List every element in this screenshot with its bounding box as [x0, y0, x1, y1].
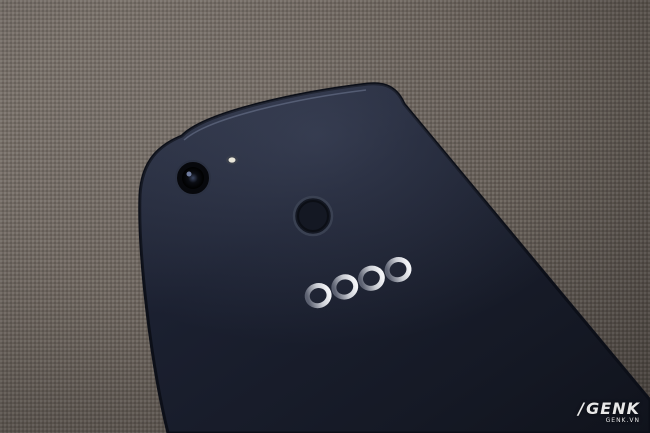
watermark-mark: GENK: [586, 399, 640, 418]
fingerprint-sensor-icon: [292, 195, 334, 237]
phone: [138, 82, 650, 433]
flash-icon: [226, 155, 238, 165]
watermark-sub: GENK.VN: [605, 417, 640, 424]
photo-scene: /GENK GENK.VN: [0, 0, 650, 433]
camera-lens-icon: [175, 160, 211, 196]
watermark: /GENK GENK.VN: [578, 399, 640, 425]
